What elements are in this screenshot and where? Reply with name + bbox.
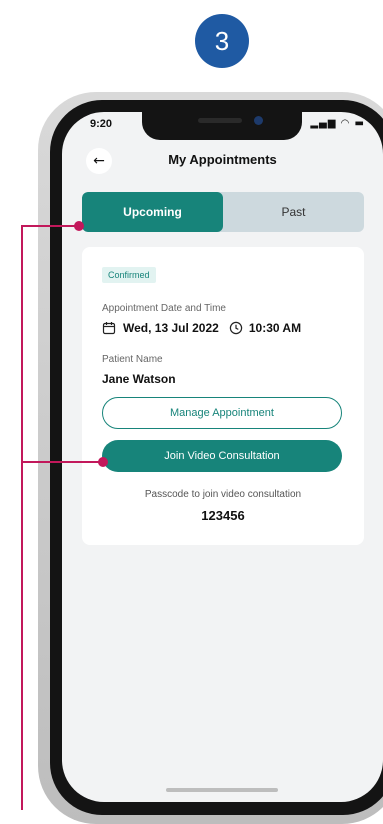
speaker-grille bbox=[198, 118, 242, 123]
callout-dot-join bbox=[98, 457, 108, 467]
appointment-date: Wed, 13 Jul 2022 bbox=[123, 321, 219, 335]
callout-line-join bbox=[21, 461, 103, 463]
callout-line-vertical bbox=[21, 225, 23, 810]
app-header: ← My Appointments bbox=[62, 148, 383, 174]
status-badge: Confirmed bbox=[102, 267, 156, 283]
callout-line-tabs bbox=[21, 225, 79, 227]
passcode-label: Passcode to join video consultation bbox=[144, 489, 302, 500]
manage-appointment-button[interactable]: Manage Appointment bbox=[102, 397, 342, 429]
appointment-card: Confirmed Appointment Date and Time Wed,… bbox=[82, 247, 364, 545]
calendar-icon bbox=[102, 321, 116, 335]
date-time-row: Wed, 13 Jul 2022 10:30 AM bbox=[102, 321, 301, 335]
page-title: My Appointments bbox=[168, 152, 277, 167]
patient-name: Jane Watson bbox=[102, 372, 176, 386]
signal-icon: ▂▄▆ bbox=[310, 118, 337, 129]
status-icons: ▂▄▆ ◠ ▬ bbox=[310, 118, 365, 129]
step-number-badge: 3 bbox=[195, 14, 249, 68]
appointment-time: 10:30 AM bbox=[248, 321, 302, 335]
passcode-value: 123456 bbox=[201, 508, 245, 523]
tab-upcoming[interactable]: Upcoming bbox=[82, 192, 223, 232]
wifi-icon: ◠ bbox=[340, 118, 351, 129]
phone-screen: 9:20 ▂▄▆ ◠ ▬ ← My Appointments Upcoming … bbox=[62, 112, 383, 802]
front-camera bbox=[254, 116, 263, 125]
home-indicator bbox=[166, 788, 278, 792]
status-time: 9:20 bbox=[90, 118, 113, 130]
battery-icon: ▬ bbox=[354, 118, 365, 129]
date-time-label: Appointment Date and Time bbox=[102, 303, 226, 314]
join-video-consultation-button[interactable]: Join Video Consultation bbox=[102, 440, 342, 472]
callout-dot-tabs bbox=[74, 221, 84, 231]
appointment-tabs: Upcoming Past bbox=[82, 192, 364, 232]
patient-name-label: Patient Name bbox=[102, 354, 163, 365]
phone-notch bbox=[142, 112, 302, 140]
tab-past[interactable]: Past bbox=[223, 192, 364, 232]
clock-icon bbox=[229, 321, 243, 335]
